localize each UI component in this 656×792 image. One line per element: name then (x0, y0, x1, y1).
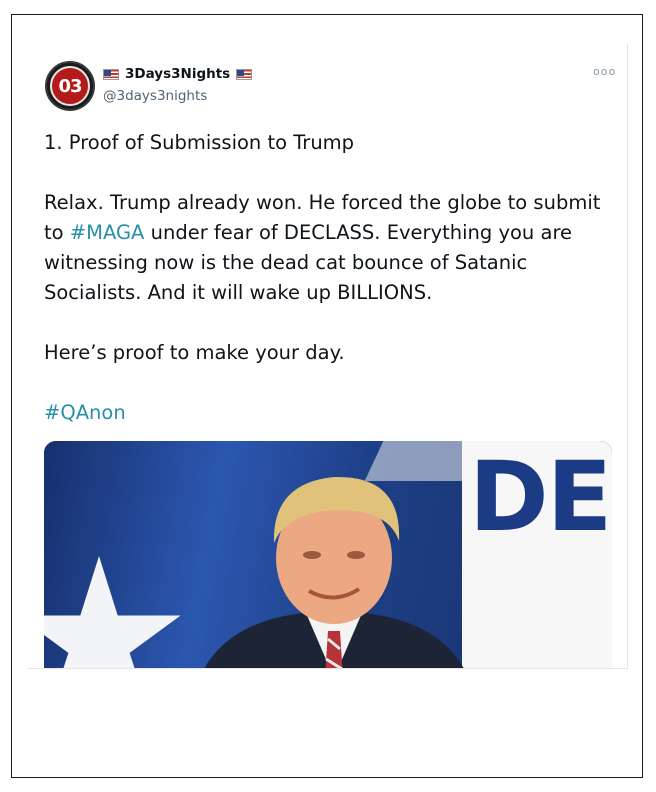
hashtag-qanon-link[interactable]: #QAnon (44, 398, 619, 428)
tweet-text: 1. Proof of Submission to Trump Relax. T… (44, 128, 619, 458)
display-name: 3Days3Nights (125, 66, 231, 82)
tweet-media-image[interactable]: DEC (44, 441, 612, 668)
user-handle[interactable]: @3days3nights (103, 88, 207, 104)
avatar[interactable]: 03 (45, 61, 95, 111)
more-options-icon[interactable]: ooo (593, 65, 616, 78)
us-flag-icon (236, 68, 253, 80)
us-flag-icon (103, 68, 119, 80)
tweet-paragraph: Here’s proof to make your day. (44, 341, 345, 364)
tweet-card[interactable]: 03 3Days3Nights @3days3nights ooo 1. Pro… (27, 43, 628, 669)
hashtag-maga-link[interactable]: #MAGA (70, 221, 145, 244)
person-photo (204, 476, 464, 668)
tweet-title: 1. Proof of Submission to Trump (44, 131, 355, 154)
avatar-logo: 03 (50, 66, 90, 106)
display-name-row[interactable]: 3Days3Nights (103, 66, 253, 82)
tweet-paragraph: Relax. Trump already won. He forced the … (44, 188, 619, 308)
banner-text: DEC (469, 441, 612, 553)
screenshot-frame: 03 3Days3Nights @3days3nights ooo 1. Pro… (11, 14, 643, 778)
